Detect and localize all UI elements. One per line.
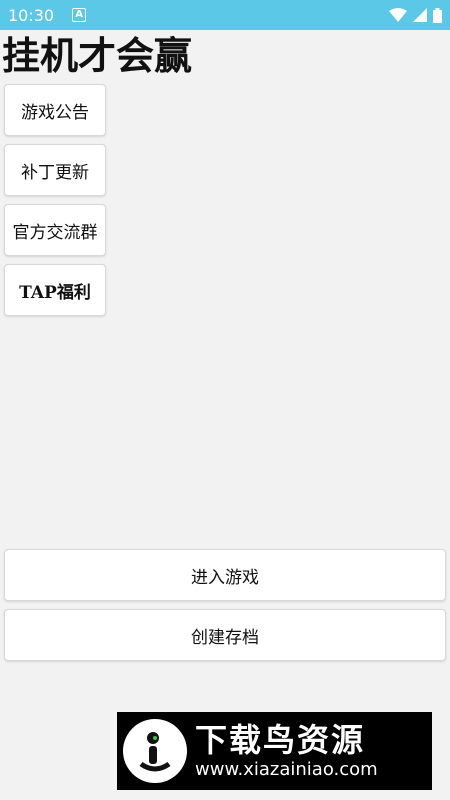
watermark-url: www.xiazainiao.com (195, 759, 378, 780)
tap-benefits-button[interactable]: TAP福利 (4, 264, 106, 316)
status-indicators (389, 7, 442, 23)
create-save-button[interactable]: 创建存档 (4, 609, 446, 661)
watermark-banner: 下载鸟资源 www.xiazainiao.com (117, 712, 432, 790)
official-group-button[interactable]: 官方交流群 (4, 204, 106, 256)
battery-icon (433, 7, 442, 23)
watermark-text: 下载鸟资源 www.xiazainiao.com (195, 721, 378, 781)
watermark-title: 下载鸟资源 (195, 721, 366, 759)
page-title: 挂机才会赢 (2, 33, 193, 78)
status-bar: 10:30 A (0, 0, 450, 30)
notification-icon: A (72, 8, 87, 22)
status-time: 10:30 (8, 5, 55, 25)
wifi-icon (389, 8, 407, 22)
signal-icon (413, 8, 427, 22)
bird-logo-icon (123, 719, 187, 783)
patch-update-button[interactable]: 补丁更新 (4, 144, 106, 196)
announcement-button[interactable]: 游戏公告 (4, 84, 106, 136)
enter-game-button[interactable]: 进入游戏 (4, 549, 446, 601)
